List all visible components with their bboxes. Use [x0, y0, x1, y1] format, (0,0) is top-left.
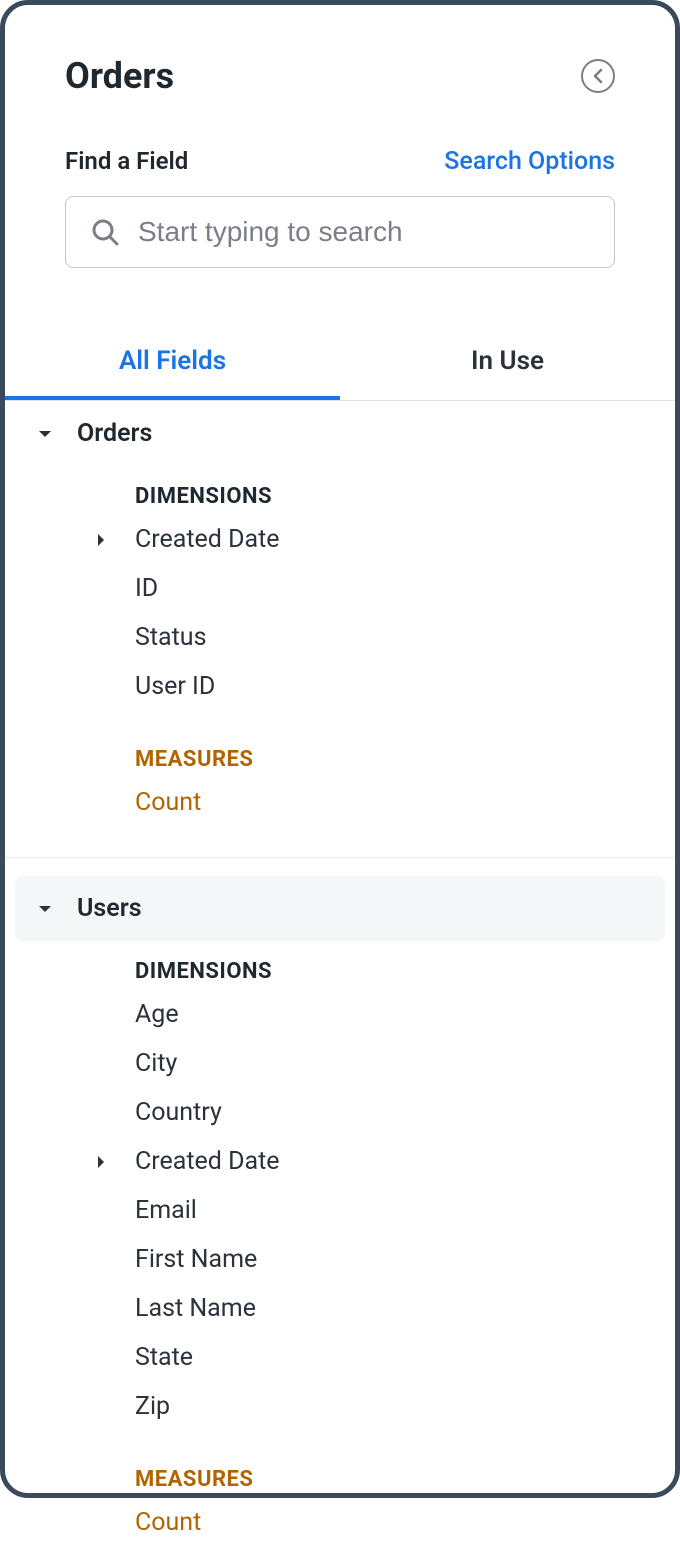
field-id[interactable]: ID	[5, 564, 675, 613]
search-box[interactable]	[65, 196, 615, 268]
measures-label: MEASURES	[5, 1431, 675, 1498]
field-state[interactable]: State	[5, 1333, 675, 1382]
dimensions-label: DIMENSIONS	[5, 466, 675, 515]
field-created-date[interactable]: Created Date	[5, 1137, 675, 1186]
field-label: First Name	[135, 1245, 257, 1274]
field-count[interactable]: Count	[5, 1498, 675, 1547]
field-label: Count	[135, 1508, 201, 1537]
field-label: Count	[135, 788, 201, 817]
find-field-label: Find a Field	[65, 147, 188, 175]
field-created-date[interactable]: Created Date	[5, 515, 675, 564]
field-label: Created Date	[135, 1147, 280, 1176]
field-email[interactable]: Email	[5, 1186, 675, 1235]
chevron-left-icon	[591, 68, 605, 84]
caret-down-icon	[35, 903, 55, 915]
view-title: Orders	[77, 419, 152, 448]
field-label: Created Date	[135, 525, 280, 554]
dimensions-label: DIMENSIONS	[5, 941, 675, 990]
search-input[interactable]	[138, 216, 590, 248]
field-label: User ID	[135, 672, 215, 701]
field-age[interactable]: Age	[5, 990, 675, 1039]
search-options-link[interactable]: Search Options	[444, 147, 615, 176]
field-label: State	[135, 1343, 193, 1372]
view-header-users[interactable]: Users	[15, 876, 665, 941]
field-label: Age	[135, 1000, 179, 1029]
caret-right-icon	[95, 532, 135, 548]
caret-right-icon	[95, 1154, 135, 1170]
field-label: City	[135, 1049, 177, 1078]
field-country[interactable]: Country	[5, 1088, 675, 1137]
field-user-id[interactable]: User ID	[5, 662, 675, 711]
field-label: Country	[135, 1098, 222, 1127]
tabs: All Fields In Use	[5, 328, 675, 401]
divider	[5, 857, 675, 858]
field-label: Email	[135, 1196, 197, 1225]
view-title: Users	[77, 894, 142, 923]
field-zip[interactable]: Zip	[5, 1382, 675, 1431]
measures-label: MEASURES	[5, 711, 675, 778]
tab-in-use[interactable]: In Use	[340, 328, 675, 400]
field-label: ID	[135, 574, 158, 603]
field-status[interactable]: Status	[5, 613, 675, 662]
view-header-orders[interactable]: Orders	[5, 401, 675, 466]
collapse-button[interactable]	[581, 59, 615, 93]
field-city[interactable]: City	[5, 1039, 675, 1088]
field-label: Status	[135, 623, 206, 652]
search-icon	[90, 217, 120, 247]
field-label: Last Name	[135, 1294, 256, 1323]
caret-down-icon	[35, 428, 55, 440]
tab-all-fields[interactable]: All Fields	[5, 328, 340, 400]
field-label: Zip	[135, 1392, 170, 1421]
field-last-name[interactable]: Last Name	[5, 1284, 675, 1333]
field-picker-content: Orders DIMENSIONS Created Date ID Status…	[5, 401, 675, 1547]
field-first-name[interactable]: First Name	[5, 1235, 675, 1284]
panel-title: Orders	[65, 55, 174, 97]
field-count[interactable]: Count	[5, 778, 675, 827]
